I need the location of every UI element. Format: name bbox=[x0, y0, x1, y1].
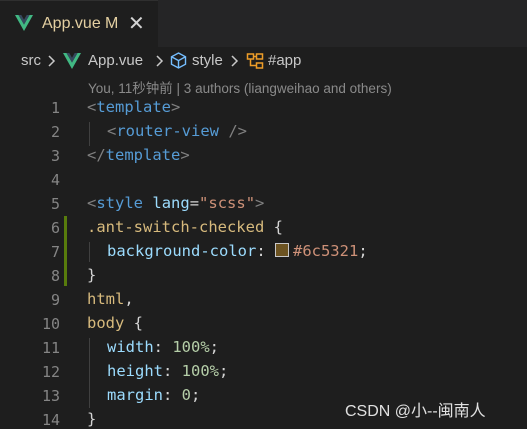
csdn-watermark: CSDN @小--闽南人 bbox=[345, 403, 486, 420]
line-number: 7 bbox=[50, 243, 60, 261]
code-line-9: html, bbox=[87, 290, 134, 308]
line-number: 10 bbox=[41, 315, 60, 333]
chevron-right-icon bbox=[231, 55, 239, 67]
code-line-11: width: 100%; bbox=[107, 338, 220, 356]
code-line-3: </template> bbox=[87, 146, 190, 164]
line-number: 8 bbox=[50, 267, 60, 285]
vue-file-icon bbox=[15, 15, 33, 35]
editor-tab-bar: App.vue M ✕ bbox=[0, 0, 527, 47]
code-line-7: background-color: #6c5321; bbox=[107, 242, 368, 260]
tab-app-vue[interactable]: App.vue M ✕ bbox=[0, 0, 158, 47]
line-number: 11 bbox=[41, 339, 60, 357]
indent-guide bbox=[89, 122, 90, 146]
indent-guide bbox=[89, 242, 90, 262]
symbol-module-icon bbox=[170, 52, 187, 69]
chevron-right-icon bbox=[48, 55, 56, 67]
line-number: 13 bbox=[41, 387, 60, 405]
code-line-14: } bbox=[87, 410, 97, 428]
line-number: 6 bbox=[50, 219, 60, 237]
line-number: 14 bbox=[41, 411, 60, 429]
breadcrumb-folder[interactable]: src bbox=[21, 52, 41, 69]
vue-file-icon bbox=[63, 53, 81, 69]
code-line-5: <style lang="scss"> bbox=[87, 194, 265, 212]
line-number: 1 bbox=[50, 99, 60, 117]
git-blame-hint[interactable]: You, 11秒钟前 | 3 authors (liangweihao and … bbox=[88, 77, 392, 97]
code-line-12: height: 100%; bbox=[107, 362, 229, 380]
code-line-13: margin: 0; bbox=[107, 386, 201, 404]
indent-guide bbox=[89, 338, 90, 408]
code-line-10: body { bbox=[87, 314, 143, 332]
code-line-6: .ant-switch-checked { bbox=[87, 218, 283, 236]
chevron-right-icon bbox=[156, 55, 164, 67]
line-number: 2 bbox=[50, 123, 60, 141]
color-swatch[interactable] bbox=[274, 243, 289, 257]
breadcrumb: src App.vue style #app bbox=[0, 47, 527, 75]
code-line-2: <router-view /> bbox=[107, 122, 247, 140]
line-number: 5 bbox=[50, 195, 60, 213]
git-modified-gutter bbox=[64, 216, 67, 286]
tab-filename: App.vue bbox=[42, 15, 101, 32]
code-line-8: } bbox=[87, 266, 97, 284]
line-number: 9 bbox=[50, 291, 60, 309]
breadcrumb-file[interactable]: App.vue bbox=[88, 52, 143, 69]
code-line-1: <template> bbox=[87, 98, 181, 116]
line-number: 3 bbox=[50, 147, 60, 165]
modified-badge: M bbox=[105, 15, 119, 32]
breadcrumb-selector[interactable]: #app bbox=[268, 52, 301, 69]
breadcrumb-section[interactable]: style bbox=[192, 52, 223, 69]
line-number: 4 bbox=[50, 171, 60, 189]
close-icon[interactable]: ✕ bbox=[128, 11, 145, 35]
symbol-class-icon bbox=[246, 53, 264, 69]
line-number: 12 bbox=[41, 363, 60, 381]
